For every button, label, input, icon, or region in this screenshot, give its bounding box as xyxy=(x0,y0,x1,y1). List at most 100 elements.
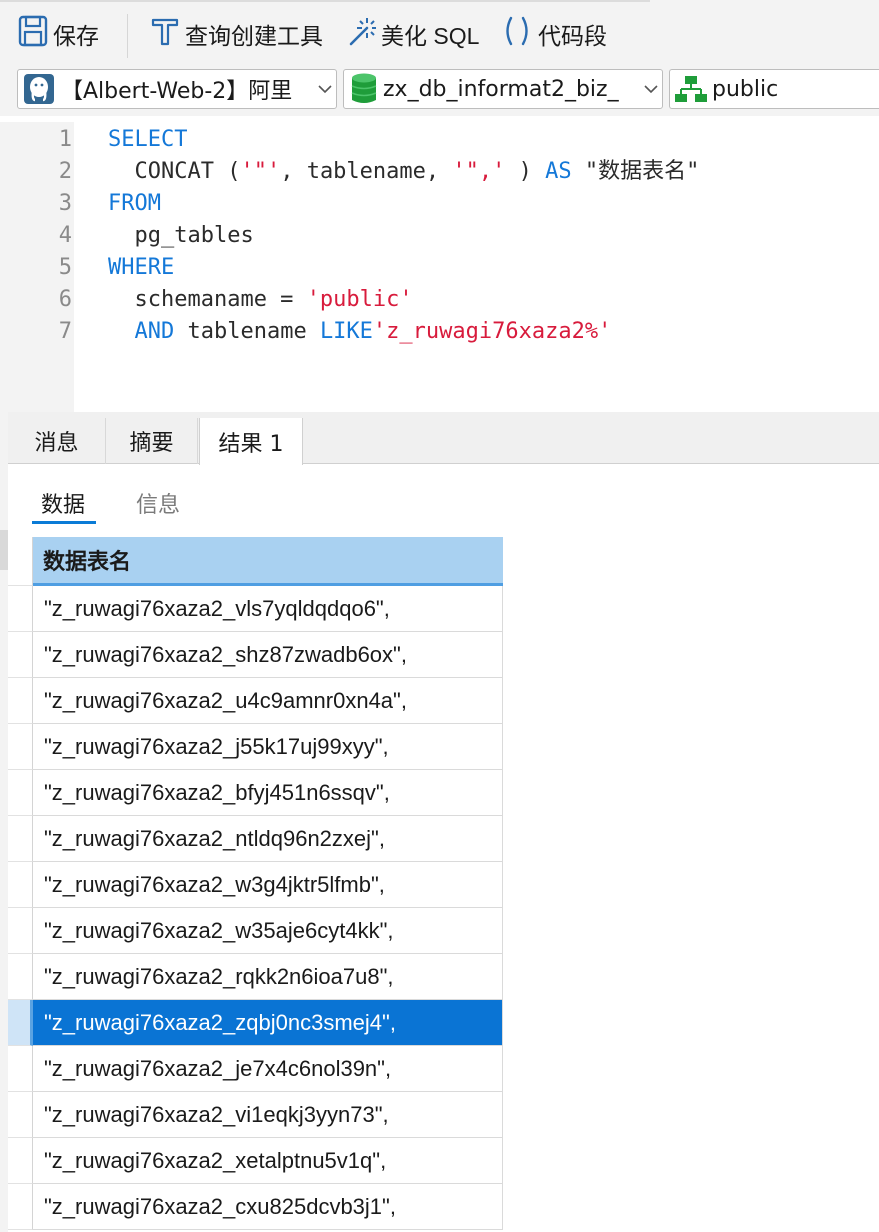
sql-token: "数据表名" xyxy=(571,159,700,184)
table-row[interactable]: "z_ruwagi76xaza2_u4c9amnr0xn4a", xyxy=(33,678,503,724)
table-row[interactable]: "z_ruwagi76xaza2_zqbj0nc3smej4", xyxy=(33,1000,503,1046)
result-grid: 数据表名 "z_ruwagi76xaza2_vls7yqldqdqo6", "z_… xyxy=(8,537,879,1232)
line-number: 2 xyxy=(58,159,72,184)
table-row[interactable]: "z_ruwagi76xaza2_ntldq96n2zxej", xyxy=(33,816,503,862)
panel-splitter-handle[interactable] xyxy=(0,530,8,570)
sql-token: , tablename, xyxy=(280,159,453,184)
connection-select-value: 【Albert-Web-2】阿里 xyxy=(61,79,293,104)
result-tab-bar: 消息 摘要 结果 1 xyxy=(8,412,879,465)
row-header[interactable] xyxy=(8,632,33,678)
row-header[interactable] xyxy=(8,1046,33,1092)
subtab-active-indicator xyxy=(32,521,96,524)
sql-token: ) xyxy=(505,159,546,184)
save-label: 保存 xyxy=(53,24,99,50)
table-row[interactable]: "z_ruwagi76xaza2_w35aje6cyt4kk", xyxy=(33,908,503,954)
toolbar-separator xyxy=(127,14,128,58)
code-line: SELECT xyxy=(108,124,699,156)
sql-code[interactable]: SELECT CONCAT ('"', tablename, '",' ) AS… xyxy=(108,124,699,348)
database-icon xyxy=(350,72,378,106)
row-header[interactable] xyxy=(8,816,33,862)
code-snippet-button[interactable]: 代码段 xyxy=(500,16,607,52)
chevron-down-icon xyxy=(314,84,336,94)
database-select-value: zx_db_informat2_biz_ xyxy=(383,76,619,102)
subtab-info[interactable]: 信息 xyxy=(136,487,180,519)
table-row[interactable]: "z_ruwagi76xaza2_je7x4c6nol39n", xyxy=(33,1046,503,1092)
column-header[interactable]: 数据表名 xyxy=(33,537,503,586)
beautify-label: 美化 SQL xyxy=(381,23,480,49)
code-line: WHERE xyxy=(108,252,699,284)
table-row[interactable]: "z_ruwagi76xaza2_vi1eqkj3yyn73", xyxy=(33,1092,503,1138)
sql-keyword: WHERE xyxy=(108,255,175,280)
tab-messages[interactable]: 消息 xyxy=(8,418,106,464)
sql-string: '"' xyxy=(240,159,281,184)
toolbar: 保存 查询创建工具 美化 SQL 代码段 xyxy=(0,0,879,64)
table-row[interactable]: "z_ruwagi76xaza2_shz87zwadb6ox", xyxy=(33,632,503,678)
query-builder-icon xyxy=(149,14,185,54)
code-line: FROM xyxy=(108,188,699,220)
query-builder-label: 查询创建工具 xyxy=(185,24,323,50)
subtab-data[interactable]: 数据 xyxy=(41,487,85,519)
row-header[interactable] xyxy=(8,586,33,632)
row-header[interactable] xyxy=(8,1092,33,1138)
row-header[interactable] xyxy=(8,954,33,1000)
table-row[interactable]: "z_ruwagi76xaza2_vls7yqldqdqo6", xyxy=(33,586,503,632)
table-row[interactable]: "z_ruwagi76xaza2_j55k17uj99xyy", xyxy=(33,724,503,770)
row-header[interactable] xyxy=(8,1138,33,1184)
row-header[interactable] xyxy=(8,908,33,954)
sql-keyword: LIKE xyxy=(319,319,373,344)
table-row[interactable]: "z_ruwagi76xaza2_xetalptnu5v1q", xyxy=(33,1138,503,1184)
tab-result-1[interactable]: 结果 1 xyxy=(199,418,303,465)
sql-token: pg_tables xyxy=(108,223,254,248)
code-snippet-icon xyxy=(500,14,538,54)
toolbar-top-border xyxy=(0,0,650,2)
line-number: 1 xyxy=(58,127,72,152)
query-builder-button[interactable]: 查询创建工具 xyxy=(149,16,323,52)
line-number: 4 xyxy=(58,223,72,248)
sql-token: CONCAT ( xyxy=(108,159,241,184)
tab-summary[interactable]: 摘要 xyxy=(106,418,198,464)
sql-editor[interactable]: 1 2 3 4 5 6 7 SELECT CONCAT ('"', tablen… xyxy=(8,122,879,412)
table-row[interactable]: "z_ruwagi76xaza2_w3g4jktr5lfmb", xyxy=(33,862,503,908)
result-sub-tabs: 数据 信息 xyxy=(8,465,879,537)
row-header[interactable] xyxy=(8,1184,33,1230)
row-header[interactable] xyxy=(8,724,33,770)
row-header[interactable] xyxy=(8,770,33,816)
table-row[interactable]: "z_ruwagi76xaza2_rqkk2n6ioa7u8", xyxy=(33,954,503,1000)
sql-keyword: FROM xyxy=(108,191,161,216)
chevron-down-icon xyxy=(640,84,662,94)
line-number: 6 xyxy=(58,287,72,312)
table-row[interactable]: "z_ruwagi76xaza2_cxu825dcvb3j1", xyxy=(33,1184,503,1230)
schema-select[interactable]: public xyxy=(669,69,879,109)
code-line: CONCAT ('"', tablename, '",' ) AS "数据表名" xyxy=(108,156,699,188)
connection-select[interactable]: 【Albert-Web-2】阿里 xyxy=(17,69,337,109)
row-header[interactable] xyxy=(8,678,33,724)
grid-corner[interactable] xyxy=(8,537,33,586)
sql-keyword: SELECT xyxy=(108,127,188,152)
editor-left-strip xyxy=(0,122,8,412)
sql-token: schemaname = xyxy=(108,287,307,312)
schema-icon xyxy=(674,74,708,104)
sql-string: 'public' xyxy=(306,287,413,312)
selector-bar: 【Albert-Web-2】阿里 zx_db_informat2_biz_ pu… xyxy=(0,64,879,116)
sql-string: 'z_ruwagi76xaza2%' xyxy=(372,319,612,344)
table-row[interactable]: "z_ruwagi76xaza2_bfyj451n6ssqv", xyxy=(33,770,503,816)
beautify-sql-button[interactable]: 美化 SQL xyxy=(345,16,479,52)
schema-select-value: public xyxy=(712,76,779,102)
code-snippet-label: 代码段 xyxy=(538,24,607,50)
line-number: 3 xyxy=(58,191,72,216)
line-number: 5 xyxy=(58,255,72,280)
save-button[interactable]: 保存 xyxy=(17,14,99,54)
sql-string: '",' xyxy=(452,159,506,184)
code-line: schemaname = 'public' xyxy=(108,284,699,316)
save-icon xyxy=(17,14,53,54)
beautify-icon xyxy=(345,14,381,54)
sql-token: tablename xyxy=(174,319,320,344)
sql-keyword: AND xyxy=(108,319,175,344)
database-select[interactable]: zx_db_informat2_biz_ xyxy=(343,69,663,109)
sql-keyword: AS xyxy=(545,159,572,184)
code-line: pg_tables xyxy=(108,220,699,252)
line-number: 7 xyxy=(58,319,72,344)
row-header[interactable] xyxy=(8,1000,33,1046)
code-line: AND tablename LIKE'z_ruwagi76xaza2%' xyxy=(108,316,699,348)
row-header[interactable] xyxy=(8,862,33,908)
